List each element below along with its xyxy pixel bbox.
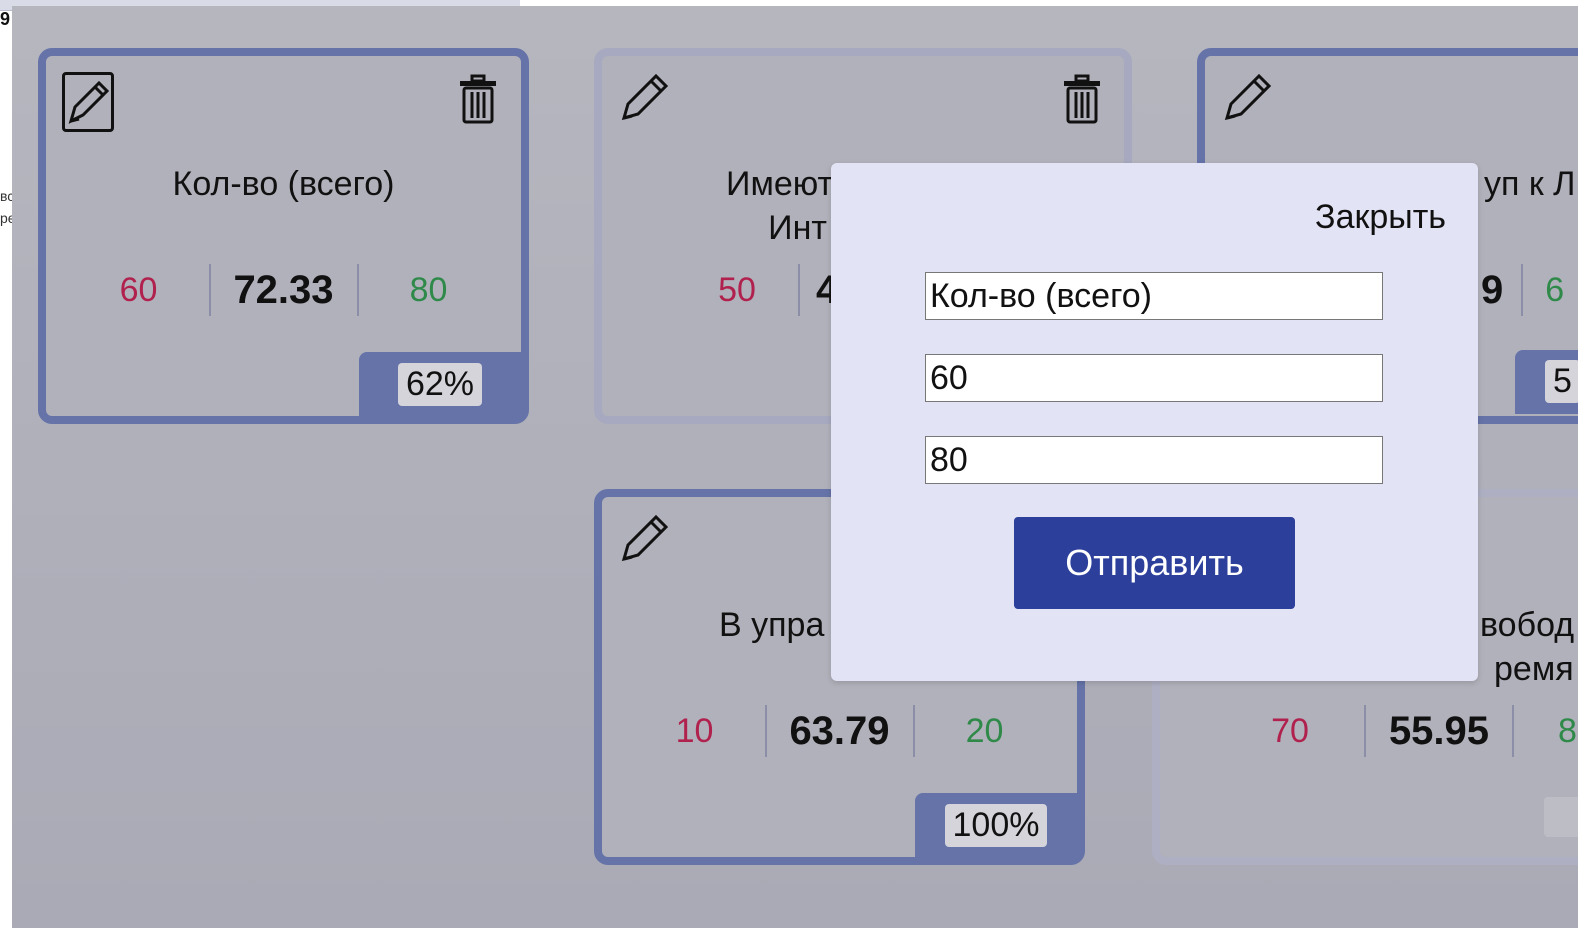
card-title: вобод ремя [1480,603,1574,691]
card-values: 70 55.95 80 [1250,705,1578,757]
current-value: 9 [1481,267,1504,312]
min-value: 60 [119,270,158,309]
progress-badge: 5 [1515,350,1578,414]
current-value: 63.79 [789,708,890,753]
progress-percent: 100% [944,803,1048,847]
min-value: 70 [1271,711,1309,750]
trash-icon[interactable] [1062,74,1102,124]
trash-icon[interactable] [458,74,498,124]
max-value: 80 [1558,711,1578,750]
edit-indicator-modal: Закрыть Отправить [831,163,1478,681]
value-divider [798,264,800,316]
current-value: 55.95 [1388,708,1490,753]
indicator-card-total: Кол-во (всего) 60 72.33 80 62% [38,48,529,424]
value-divider [1521,264,1524,316]
edit-pencil-icon[interactable] [62,72,114,132]
background-number: 9 [0,9,11,29]
card-title-line: ремя [1494,650,1574,688]
card-values: 50 4 [702,264,838,316]
card-title: В упра [719,606,825,644]
edit-pencil-icon[interactable] [618,511,670,575]
max-value: 20 [965,711,1004,750]
progress-percent: 5 [1545,360,1578,403]
value-divider [1512,705,1514,757]
card-title: Кол-во (всего) [172,165,395,203]
close-button[interactable]: Закрыть [1315,198,1446,237]
submit-button[interactable]: Отправить [1014,517,1295,609]
progress-percent: 62% [397,362,483,406]
progress-badge: 100% [915,793,1077,857]
dashboard-overlay: Кол-во (всего) 60 72.33 80 62% Имеют Инт… [12,6,1578,928]
card-values: 10 63.79 20 [602,705,1077,757]
card-title-line: Инт [768,209,827,247]
progress-badge: 62% [359,352,521,416]
min-input[interactable] [925,354,1383,402]
card-title: уп к Л [1484,165,1576,203]
edit-pencil-icon[interactable] [1221,70,1273,134]
max-value: 6 [1545,270,1565,309]
min-value: 50 [718,270,756,309]
card-values: 60 72.33 80 [46,264,521,316]
card-title-line: вобод [1480,606,1575,644]
progress-badge [1544,797,1578,837]
max-input[interactable] [925,436,1383,484]
card-values: 9 6 [1481,264,1564,316]
max-value: 80 [409,270,448,309]
edit-pencil-icon[interactable] [618,70,670,134]
card-title-line: Имеют [726,165,834,203]
min-value: 10 [675,711,714,750]
title-input[interactable] [925,272,1383,320]
card-title: Имеют Инт [726,162,833,250]
current-value: 72.33 [233,267,334,312]
